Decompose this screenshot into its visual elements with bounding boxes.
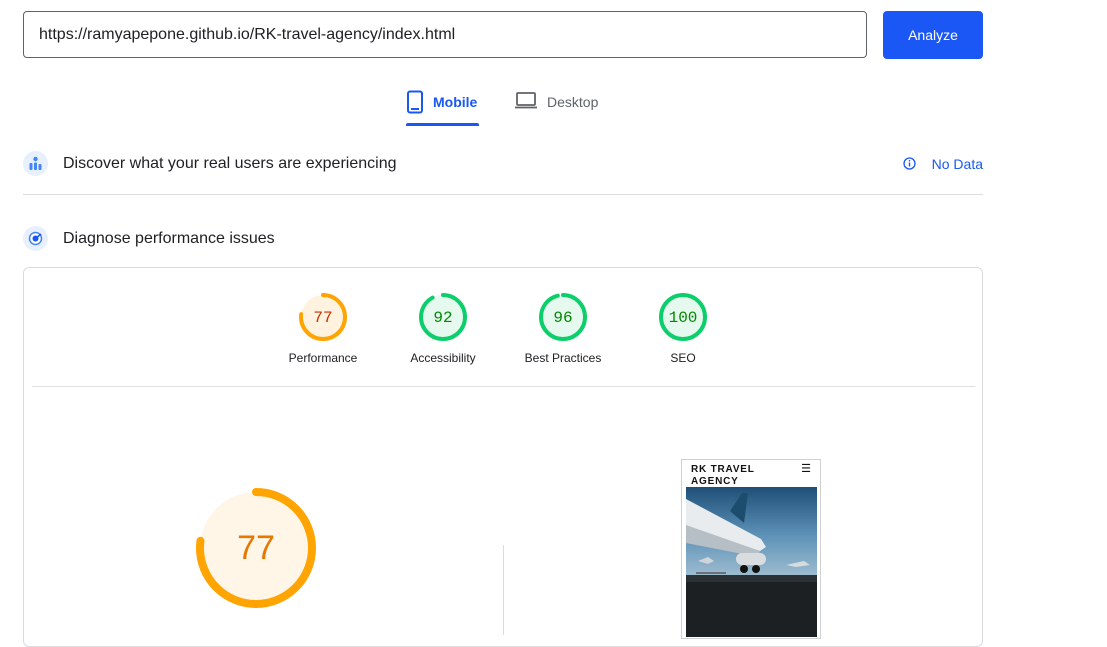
gauge-ring: 96 (539, 293, 587, 341)
laptop-icon (514, 86, 538, 110)
lab-data-section: Diagnose performance issues (23, 226, 983, 251)
tab-desktop-label: Desktop (547, 94, 599, 110)
users-chart-icon (23, 151, 48, 176)
performance-main-gauge: 77 (195, 487, 317, 609)
tab-mobile-label: Mobile (433, 94, 478, 110)
vertical-divider (503, 545, 504, 635)
section-divider (23, 194, 983, 195)
gauge-label: Performance (288, 351, 358, 365)
gauge-accessibility[interactable]: 92 Accessibility (393, 292, 493, 365)
gauge-performance[interactable]: 77 Performance (273, 292, 373, 365)
gauge-score: 77 (313, 309, 332, 327)
url-input[interactable] (23, 11, 867, 58)
field-data-section: Discover what your real users are experi… (23, 151, 983, 176)
lab-data-title: Diagnose performance issues (63, 229, 275, 247)
no-data-link[interactable]: No Data (902, 155, 983, 172)
gauge-score: 92 (433, 309, 452, 327)
lighthouse-icon (23, 226, 48, 251)
gauge-ring: 100 (659, 293, 707, 341)
gauge-score: 100 (669, 309, 698, 327)
gauge-score: 96 (553, 309, 572, 327)
gauge-ring: 92 (419, 293, 467, 341)
field-data-title: Discover what your real users are experi… (63, 154, 397, 172)
preview-site-title: RK TRAVEL AGENCY (691, 464, 755, 487)
gauge-label: Best Practices (524, 351, 602, 365)
gauge-label: SEO (670, 351, 696, 365)
no-data-label: No Data (931, 155, 983, 172)
hamburger-menu-icon: ☰ (801, 463, 811, 475)
active-tab-indicator (406, 123, 479, 126)
main-score: 77 (237, 529, 275, 567)
gauge-seo[interactable]: 100 SEO (633, 292, 733, 365)
analyze-button[interactable]: Analyze (883, 11, 983, 59)
tab-mobile[interactable]: Mobile (406, 86, 477, 126)
gauge-label: Accessibility (410, 351, 476, 365)
gauges-divider (32, 386, 975, 387)
airplane-hero-image (686, 487, 817, 637)
smartphone-icon (406, 86, 424, 114)
gauge-best-practices[interactable]: 96 Best Practices (513, 292, 613, 365)
page-screenshot-preview: RK TRAVEL AGENCY ☰ (681, 459, 821, 639)
tab-desktop[interactable]: Desktop (514, 86, 598, 126)
info-icon (902, 157, 916, 170)
gauge-ring: 77 (299, 293, 347, 341)
